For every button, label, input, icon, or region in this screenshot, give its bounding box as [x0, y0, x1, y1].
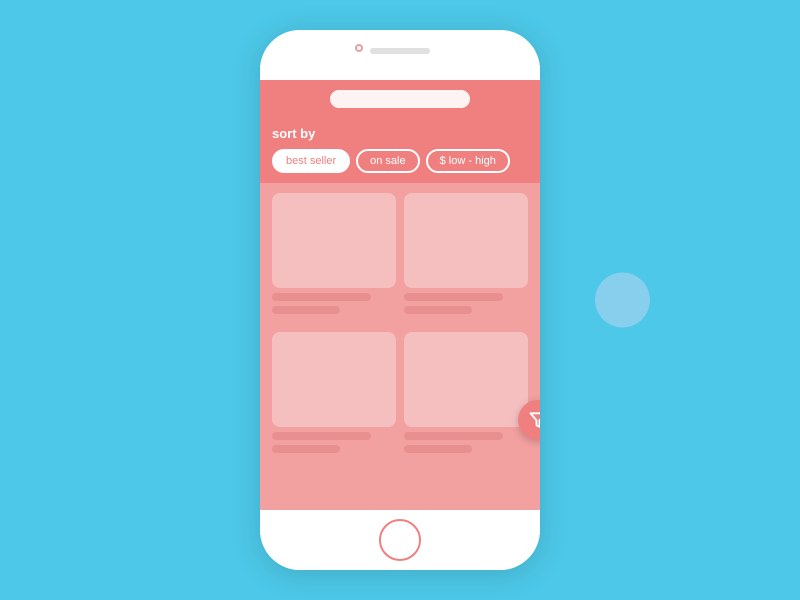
product-price-4	[404, 445, 472, 453]
product-price-2	[404, 306, 472, 314]
product-title-4	[404, 432, 503, 440]
phone-camera	[355, 44, 363, 52]
sort-price-low-high-button[interactable]: $ low - high	[426, 149, 510, 173]
product-image-4	[404, 332, 528, 427]
sort-best-seller-button[interactable]: best seller	[272, 149, 350, 173]
product-title-3	[272, 432, 371, 440]
home-button[interactable]	[379, 519, 421, 561]
phone-bottom	[260, 510, 540, 570]
phone-speaker	[370, 48, 430, 54]
product-card-3[interactable]	[272, 332, 396, 463]
search-bar[interactable]	[330, 90, 470, 108]
product-card-1[interactable]	[272, 193, 396, 324]
product-price-3	[272, 445, 340, 453]
product-card-4[interactable]	[404, 332, 528, 463]
phone-frame: sort by best seller on sale $ low - high	[260, 30, 540, 570]
screen: sort by best seller on sale $ low - high	[260, 80, 540, 510]
floating-decoration-circle	[595, 273, 650, 328]
sort-label: sort by	[272, 126, 528, 141]
product-title-1	[272, 293, 371, 301]
product-grid	[260, 183, 540, 510]
product-title-2	[404, 293, 503, 301]
product-card-2[interactable]	[404, 193, 528, 324]
product-image-2	[404, 193, 528, 288]
sort-buttons: best seller on sale $ low - high	[272, 149, 528, 173]
sort-section: sort by best seller on sale $ low - high	[260, 118, 540, 183]
sort-on-sale-button[interactable]: on sale	[356, 149, 419, 173]
search-bar-area	[260, 80, 540, 118]
filter-icon	[529, 411, 540, 429]
product-image-3	[272, 332, 396, 427]
product-image-1	[272, 193, 396, 288]
phone-wrapper: sort by best seller on sale $ low - high	[260, 30, 540, 570]
phone-top-bar	[260, 30, 540, 80]
product-price-1	[272, 306, 340, 314]
